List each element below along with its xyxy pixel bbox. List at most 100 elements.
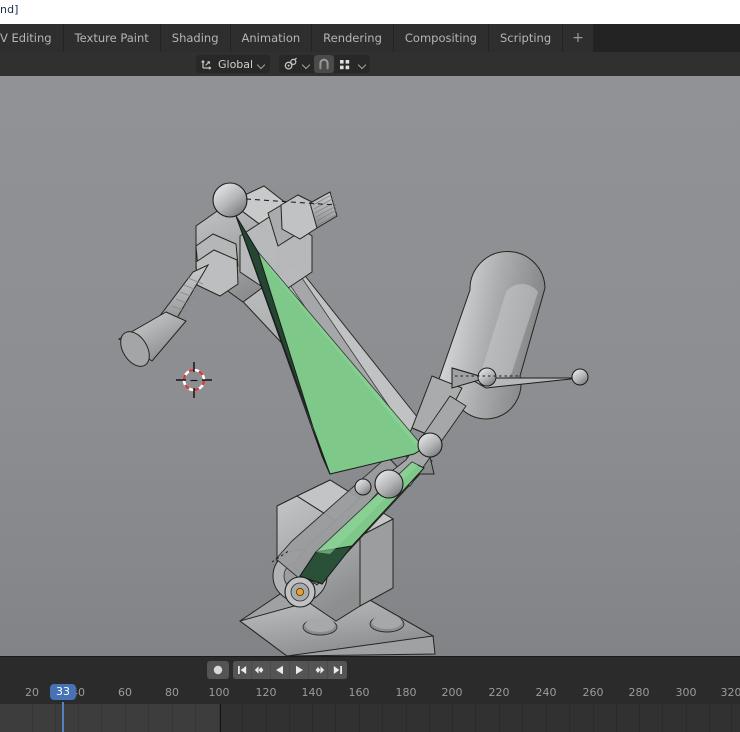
transform-orientation-label: Global — [218, 57, 254, 71]
tab-shading[interactable]: Shading — [160, 24, 231, 52]
timeline-gridline — [709, 704, 710, 732]
transport-button-group — [233, 661, 347, 679]
timeline-gridline — [78, 704, 79, 732]
snap-proportional-group — [314, 55, 370, 73]
ruler-tick-label: 160 — [348, 686, 370, 699]
jump-to-start-button[interactable] — [233, 661, 252, 679]
tab-compositing[interactable]: Compositing — [393, 24, 489, 52]
ruler-tick-label: 180 — [395, 686, 417, 699]
timeline-gridline — [242, 704, 243, 732]
workspace-tab-label: Scripting — [499, 31, 552, 45]
chevron-down-icon — [302, 60, 311, 69]
timeline-gridline — [452, 704, 453, 732]
current-frame-indicator[interactable]: 33 — [50, 684, 76, 700]
snap-target-group — [279, 55, 316, 73]
tab-uv-editing[interactable]: V Editing — [0, 24, 64, 52]
tab-texture-paint[interactable]: Texture Paint — [63, 24, 161, 52]
timeline-gridline — [475, 704, 476, 732]
record-icon — [212, 661, 224, 680]
timeline-gridline — [382, 704, 383, 732]
proportional-editing-button[interactable] — [334, 55, 354, 73]
next-keyframe-button[interactable] — [309, 661, 328, 679]
bone-root-origin[interactable] — [284, 576, 316, 608]
ruler-tick-label: 320 — [720, 686, 740, 699]
viewport-scene — [118, 182, 589, 656]
timeline-gridline — [429, 704, 430, 732]
topbar: V Editing Texture Paint Shading Animation Re… — [0, 24, 740, 52]
3d-viewport[interactable] — [0, 76, 740, 656]
proportional-editing-icon — [338, 58, 351, 71]
timeline-gridline — [289, 704, 290, 732]
jump-to-end-icon — [332, 661, 344, 679]
transform-orientation-group: Global — [196, 55, 271, 73]
workspace-tab-label: Texture Paint — [74, 31, 149, 45]
jump-to-end-button[interactable] — [328, 661, 347, 679]
previous-keyframe-button[interactable] — [252, 661, 271, 679]
ruler-tick-label: 60 — [118, 686, 132, 699]
next-keyframe-icon — [311, 661, 325, 679]
clamp-left-spindle — [118, 249, 239, 367]
ruler-tick-label: 280 — [628, 686, 650, 699]
play-reverse-icon — [274, 661, 286, 679]
workspace-tab-list: V Editing Texture Paint Shading Animation Re… — [0, 24, 594, 52]
timeline-gridline — [499, 704, 500, 732]
tab-add-workspace[interactable]: + — [563, 24, 594, 52]
timeline-gridline — [616, 704, 617, 732]
ruler-tick-label: 140 — [301, 686, 323, 699]
window-title: nd] — [0, 3, 19, 16]
ruler-tick-label: 240 — [535, 686, 557, 699]
tab-animation[interactable]: Animation — [230, 24, 313, 52]
timeline-gridline — [172, 704, 173, 732]
timeline-gridline — [593, 704, 594, 732]
timeline-gridline — [359, 704, 360, 732]
timeline-gridline — [219, 704, 220, 732]
snap-target-dropdown[interactable] — [279, 55, 316, 73]
timeline-gridline — [639, 704, 640, 732]
workspace-tab-label: Shading — [171, 31, 219, 45]
ruler-tick-label: 20 — [25, 686, 39, 699]
playhead[interactable] — [62, 704, 64, 732]
timeline-gridline — [312, 704, 313, 732]
playhead-stem — [62, 702, 64, 706]
snap-target-icon — [284, 57, 299, 71]
play-reverse-button[interactable] — [271, 661, 290, 679]
blender-window: nd] V Editing Texture Paint Shading Animati… — [0, 0, 740, 732]
magnet-icon — [317, 57, 331, 71]
timeline-gridline — [195, 704, 196, 732]
timeline-gridline — [686, 704, 687, 732]
ruler-tick-label: 120 — [255, 686, 277, 699]
ruler-tick-label: 200 — [441, 686, 463, 699]
viewport-header: Global — [0, 52, 740, 76]
timeline-gridline — [569, 704, 570, 732]
ruler-tick-label: 100 — [208, 686, 230, 699]
3d-cursor — [175, 361, 213, 399]
timeline-gridline — [125, 704, 126, 732]
ruler-tick-label: 260 — [582, 686, 604, 699]
chevron-down-icon — [358, 60, 367, 69]
transform-orientation-icon — [200, 57, 214, 71]
window-title-bar: nd] — [0, 0, 740, 24]
tab-rendering[interactable]: Rendering — [312, 24, 394, 52]
timeline-gridline — [148, 704, 149, 732]
record-button[interactable] — [207, 661, 229, 679]
chevron-down-icon — [257, 60, 266, 69]
ruler-tick-label: 80 — [165, 686, 179, 699]
magnet-toggle-button[interactable] — [314, 55, 334, 73]
play-button[interactable] — [290, 661, 309, 679]
timeline-gridline — [335, 704, 336, 732]
timeline-gridline — [32, 704, 33, 732]
timeline-ruler[interactable]: 20 40 60 80 100 120 140 160 180 200 220 240 260 280 30… — [0, 682, 740, 706]
playback-controls — [207, 661, 347, 679]
workspace-tab-label: Compositing — [404, 31, 477, 45]
jump-to-start-icon — [236, 661, 248, 679]
timeline-track-area[interactable] — [0, 704, 740, 732]
proportional-falloff-dropdown[interactable] — [354, 55, 370, 73]
timeline-gridline — [101, 704, 102, 732]
timeline-gridline — [266, 704, 267, 732]
transform-orientation-dropdown[interactable]: Global — [196, 55, 271, 73]
ruler-tick-label: 220 — [488, 686, 510, 699]
timeline-gridline — [522, 704, 523, 732]
frame-range-region — [0, 704, 221, 732]
workspace-tab-label: Animation — [241, 31, 301, 45]
tab-scripting[interactable]: Scripting — [488, 24, 564, 52]
